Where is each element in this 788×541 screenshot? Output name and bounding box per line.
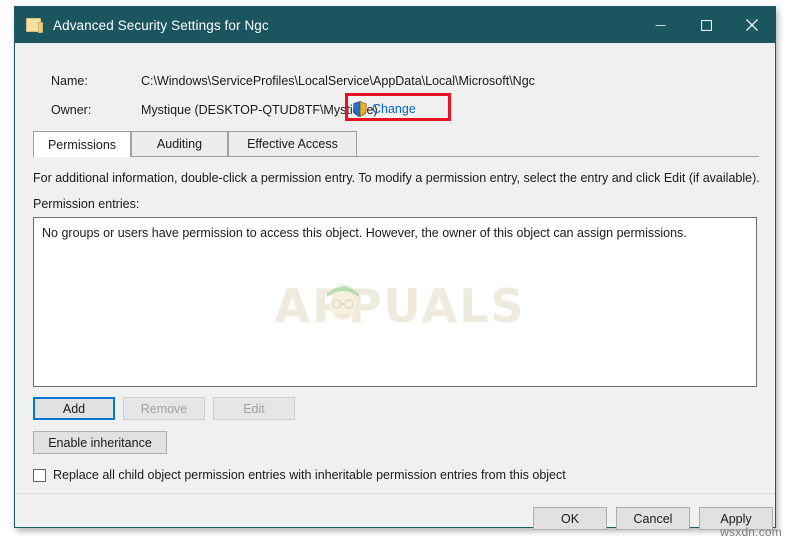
edit-button-label: Edit <box>243 401 265 416</box>
replace-child-entries-row[interactable]: Replace all child object permission entr… <box>33 468 566 482</box>
replace-child-entries-checkbox[interactable] <box>33 468 46 482</box>
uac-shield-icon <box>353 101 367 117</box>
tab-divider <box>33 156 759 157</box>
name-label: Name: <box>51 74 88 88</box>
cancel-button[interactable]: Cancel <box>616 507 690 530</box>
remove-button: Remove <box>123 397 205 420</box>
owner-value: Mystique (DESKTOP-QTUD8TF\Mystique) <box>141 103 378 117</box>
client-area: Name: C:\Windows\ServiceProfiles\LocalSe… <box>15 43 775 530</box>
tab-strip: Permissions Auditing Effective Access <box>33 131 759 157</box>
add-button-label: Add <box>62 401 86 416</box>
remove-button-label: Remove <box>140 401 188 416</box>
name-value: C:\Windows\ServiceProfiles\LocalService\… <box>141 74 535 88</box>
site-watermark: wsxdn.com <box>720 525 782 539</box>
advanced-security-settings-window: Advanced Security Settings for Ngc Name:… <box>14 6 776 530</box>
add-button[interactable]: Add <box>33 397 115 420</box>
title-bar[interactable]: Advanced Security Settings for Ngc <box>15 7 775 43</box>
cancel-button-label: Cancel <box>633 511 673 526</box>
tab-permissions[interactable]: Permissions <box>33 131 131 157</box>
permission-entries-listbox[interactable]: No groups or users have permission to ac… <box>33 217 757 387</box>
window-controls <box>637 7 775 43</box>
owner-label: Owner: <box>51 103 92 117</box>
window-title: Advanced Security Settings for Ngc <box>53 17 269 33</box>
tab-auditing-label: Auditing <box>156 137 203 151</box>
info-text: For additional information, double-click… <box>33 171 760 185</box>
ok-button[interactable]: OK <box>533 507 607 530</box>
folder-icon <box>26 17 43 33</box>
listbox-empty-message: No groups or users have permission to ac… <box>42 226 687 240</box>
tab-auditing[interactable]: Auditing <box>131 131 228 156</box>
edit-button: Edit <box>213 397 295 420</box>
enable-inheritance-button-label: Enable inheritance <box>48 435 152 450</box>
minimize-icon[interactable] <box>637 7 683 43</box>
apply-button-label: Apply <box>720 511 752 526</box>
footer-divider <box>15 493 775 494</box>
change-owner-link[interactable]: Change <box>353 100 416 118</box>
tab-effective-access[interactable]: Effective Access <box>228 131 357 156</box>
enable-inheritance-button[interactable]: Enable inheritance <box>33 431 167 454</box>
change-link-text: Change <box>372 102 416 116</box>
close-icon[interactable] <box>729 7 775 43</box>
appuals-mascot-icon <box>327 285 359 320</box>
replace-child-entries-label: Replace all child object permission entr… <box>53 468 566 482</box>
appuals-watermark: APPUALS <box>275 278 524 334</box>
appuals-watermark-text: APPUALS <box>274 279 526 333</box>
maximize-icon[interactable] <box>683 7 729 43</box>
tab-effective-access-label: Effective Access <box>247 137 338 151</box>
ok-button-label: OK <box>560 511 580 526</box>
permission-entries-label: Permission entries: <box>33 197 140 211</box>
tab-permissions-label: Permissions <box>47 137 117 152</box>
